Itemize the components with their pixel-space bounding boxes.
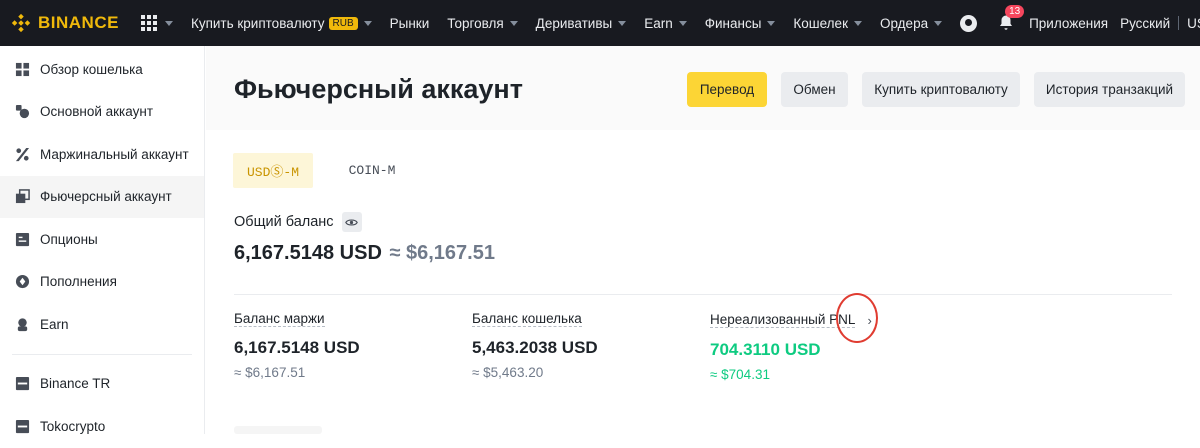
nav-earn[interactable]: Earn <box>644 16 687 31</box>
main-content: USDⓈ-M COIN-M Общий баланс 6,167.5148 US… <box>206 130 1200 434</box>
chevron-down-icon <box>618 20 627 26</box>
chevron-down-icon <box>934 20 943 26</box>
nav-derivatives[interactable]: Деривативы <box>536 16 627 31</box>
currency-badge: RUB <box>328 16 358 30</box>
sidebar-item-futures[interactable]: Фьючерсный аккаунт <box>0 175 204 218</box>
futures-icon <box>14 189 30 205</box>
nav-currency[interactable]: USD <box>1187 16 1200 31</box>
nav-apps[interactable]: Приложения <box>1029 16 1108 31</box>
nav-buy-crypto[interactable]: Купить криптовалюту RUB <box>191 16 372 31</box>
notifications-bell[interactable]: 13 <box>997 5 1025 32</box>
nav-orders[interactable]: Ордера <box>880 16 943 31</box>
top-navbar: BINANCE Купить криптовалюту RUB Рынки То… <box>0 0 1200 46</box>
unrealized-pnl-approx: ≈ $704.31 <box>710 367 770 382</box>
nav-wallet[interactable]: Кошелек <box>793 16 862 31</box>
margin-percent-icon <box>14 146 30 162</box>
total-balance-approx: ≈ $6,167.51 <box>389 242 495 264</box>
sidebar-item-tokocrypto[interactable]: Tokocrypto <box>0 405 204 448</box>
margin-balance-label[interactable]: Баланс маржи <box>234 311 325 327</box>
transfer-button[interactable]: Перевод <box>687 72 767 107</box>
binance-tr-icon <box>14 376 30 392</box>
sidebar-item-funding[interactable]: Пополнения <box>0 261 204 304</box>
sidebar-item-options[interactable]: Опционы <box>0 218 204 261</box>
sidebar-item-earn[interactable]: Earn <box>0 303 204 346</box>
topbar-right: Кошелек Ордера 13 Приложения Русский USD <box>793 5 1200 32</box>
spot-icon <box>14 104 30 120</box>
nav-finance[interactable]: Финансы <box>705 16 776 31</box>
eye-icon <box>345 218 358 226</box>
exchange-button[interactable]: Обмен <box>781 72 848 107</box>
total-balance-section: Общий баланс 6,167.5148 USD ≈ $6,167.51 <box>234 212 634 265</box>
nav-markets[interactable]: Рынки <box>390 16 430 31</box>
grid-icon <box>140 15 157 31</box>
total-balance-value: 6,167.5148 USD <box>234 242 382 264</box>
sidebar-item-margin[interactable]: Маржинальный аккаунт <box>0 133 204 176</box>
nav-language[interactable]: Русский <box>1120 16 1170 31</box>
tab-coin-m[interactable]: COIN-M <box>337 153 407 188</box>
sidebar-divider <box>12 353 192 355</box>
wallet-balance-label[interactable]: Баланс кошелька <box>472 311 582 327</box>
user-avatar-icon[interactable] <box>960 14 978 32</box>
chevron-down-icon <box>853 20 862 26</box>
chevron-down-icon <box>164 20 173 26</box>
wallet-balance-approx: ≈ $5,463.20 <box>472 365 544 380</box>
margin-balance-value: 6,167.5148 USD <box>234 338 360 357</box>
nav-trade[interactable]: Торговля <box>447 16 518 31</box>
toggle-visibility-button[interactable] <box>341 212 362 232</box>
sidebar: Обзор кошелька Основной аккаунт Маржинал… <box>0 46 205 434</box>
buy-crypto-button[interactable]: Купить криптовалюту <box>862 72 1020 107</box>
section-divider <box>234 294 1172 295</box>
options-icon <box>14 231 30 247</box>
sidebar-item-spot[interactable]: Основной аккаунт <box>0 91 204 134</box>
logo-text: BINANCE <box>38 13 119 32</box>
transaction-history-button[interactable]: История транзакций <box>1034 72 1185 107</box>
apps-grid-menu[interactable] <box>140 15 173 31</box>
chevron-down-icon <box>678 20 687 26</box>
binance-logo[interactable]: BINANCE <box>10 12 119 34</box>
dashboard-icon <box>14 61 30 77</box>
annotation-circle <box>836 293 878 343</box>
chevron-down-icon <box>509 20 518 26</box>
tokocrypto-icon <box>14 418 30 434</box>
binance-logo-icon <box>11 13 31 33</box>
wallet-balance-stat: Баланс кошелька 5,463.2038 USD ≈ $5,463.… <box>472 310 692 380</box>
chevron-down-icon <box>767 20 776 26</box>
notification-count-badge: 13 <box>1005 5 1025 18</box>
page-header: Фьючерсный аккаунт Перевод Обмен Купить … <box>206 46 1200 130</box>
earn-icon <box>14 316 30 332</box>
unrealized-pnl-value: 704.3110 USD <box>710 340 821 359</box>
margin-balance-stat: Баланс маржи 6,167.5148 USD ≈ $6,167.51 <box>234 310 454 380</box>
placeholder-block <box>234 426 322 434</box>
wallet-balance-value: 5,463.2038 USD <box>472 338 598 357</box>
sidebar-item-wallet-overview[interactable]: Обзор кошелька <box>0 48 204 91</box>
sidebar-item-binance-tr[interactable]: Binance TR <box>0 363 204 406</box>
page-title: Фьючерсный аккаунт <box>234 74 523 104</box>
funding-icon <box>14 274 30 290</box>
tab-usds-m[interactable]: USDⓈ-M <box>233 153 313 188</box>
unrealized-pnl-label[interactable]: Нереализованный PNL <box>710 312 856 328</box>
margin-balance-approx: ≈ $6,167.51 <box>234 365 306 380</box>
divider <box>1178 16 1180 30</box>
total-balance-label: Общий баланс <box>234 214 334 230</box>
chevron-down-icon <box>363 20 372 26</box>
